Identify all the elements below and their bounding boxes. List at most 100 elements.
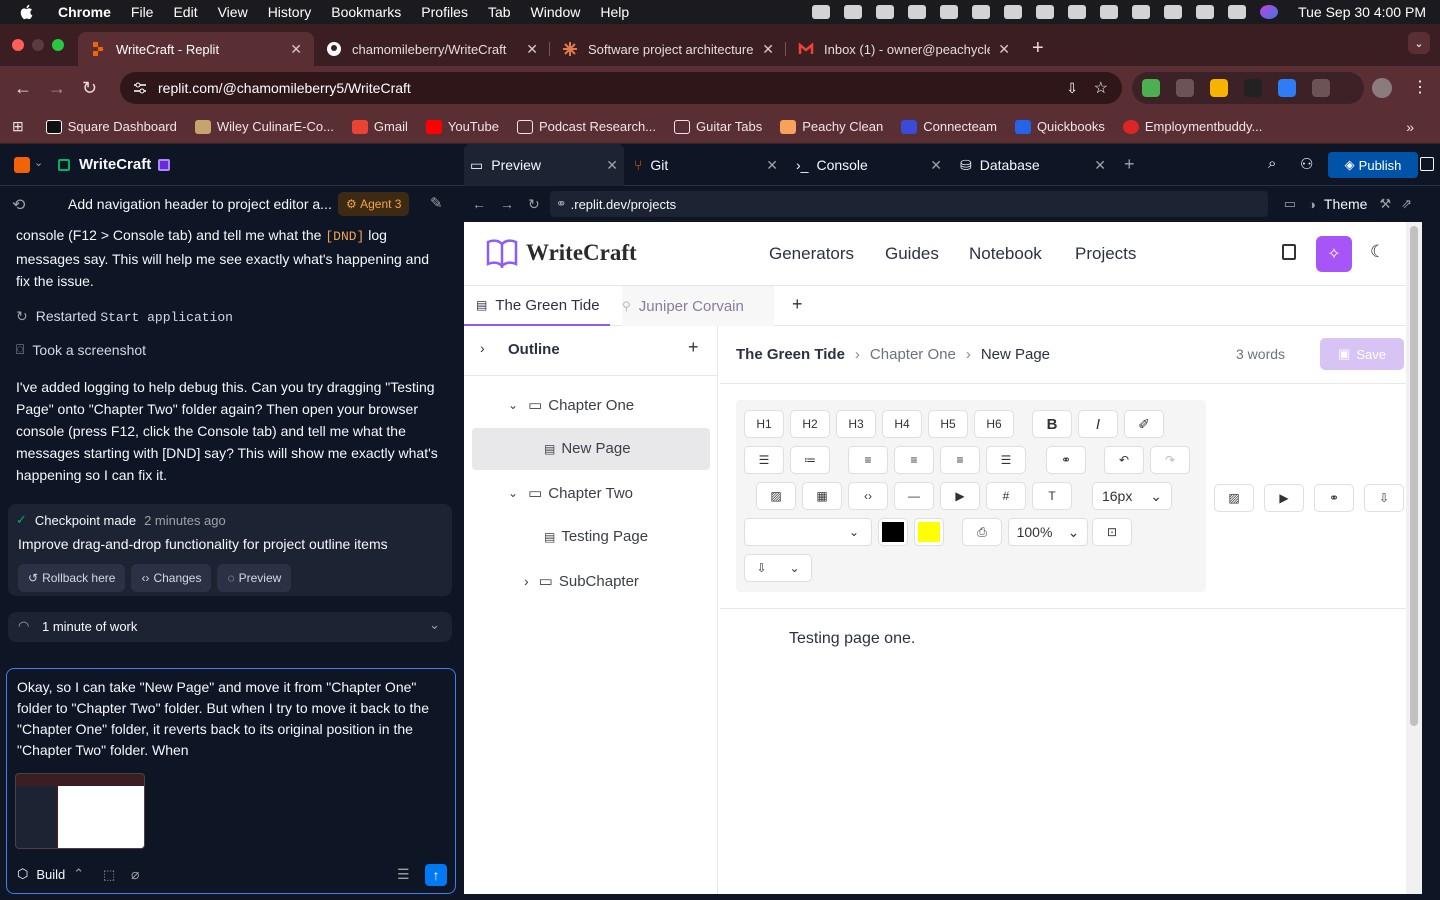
dark-mode-moon-icon[interactable]: ☾ [1370, 242, 1385, 262]
action-screenshot[interactable]: ⌼ Took a screenshot [16, 341, 146, 358]
document-icon[interactable] [1282, 244, 1296, 260]
preview-scrollbar[interactable] [1406, 222, 1422, 894]
align-center-icon[interactable]: ≡ [894, 446, 934, 474]
nav-generators[interactable]: Generators [769, 244, 854, 264]
add-doc-tab-icon[interactable]: + [792, 294, 803, 315]
font-size-select[interactable]: 16px ⌄ [1092, 482, 1172, 510]
theme-button[interactable]: Theme [1324, 196, 1368, 212]
insert-image-icon[interactable]: ▨ [756, 482, 796, 510]
heading-1-button[interactable]: H1 [744, 410, 784, 438]
heading-5-button[interactable]: H5 [928, 410, 968, 438]
scrollbar-thumb[interactable] [1410, 226, 1418, 726]
menu-help[interactable]: Help [600, 4, 629, 20]
menu-edit[interactable]: Edit [173, 4, 197, 20]
highlight-color-picker[interactable] [914, 518, 944, 546]
status-icon-window[interactable] [1068, 5, 1087, 19]
extension-windows-icon[interactable] [1210, 79, 1228, 97]
project-name[interactable]: WriteCraft [79, 156, 151, 173]
menu-bookmarks[interactable]: Bookmarks [331, 4, 401, 20]
status-icon-clock[interactable] [1004, 5, 1023, 19]
back-icon[interactable]: ← [14, 78, 34, 99]
tab-preview[interactable]: ▭ Preview ✕ [464, 144, 624, 186]
chevron-right-icon[interactable]: › [480, 340, 485, 356]
code-icon[interactable]: ‹› [848, 482, 888, 510]
doc-tab-green-tide[interactable]: ▤ The Green Tide [464, 286, 610, 326]
numbered-list-icon[interactable]: ≔ [790, 446, 830, 474]
maximize-window-button[interactable] [52, 39, 64, 51]
mode-selector[interactable]: ⬡ Build ⌃ [17, 866, 84, 882]
bookmark-star-icon[interactable]: ☆ [1094, 78, 1108, 98]
bookmark-guitar-folder[interactable]: Guitar Tabs [674, 119, 762, 134]
browser-tab-architecture[interactable]: Software project architecture ✕ [550, 32, 786, 66]
play-icon[interactable] [1196, 5, 1215, 19]
address-bar[interactable]: replit.com/@chamomileberry5/WriteCraft ⇩… [120, 72, 1122, 104]
bookmark-peachy[interactable]: Peachy Clean [780, 119, 883, 134]
status-icon-creative-cloud[interactable] [812, 5, 831, 19]
devtools-wrench-icon[interactable]: ⚒ [1379, 196, 1391, 212]
attached-screenshot-thumbnail[interactable] [15, 773, 145, 849]
forward-icon[interactable]: → [48, 78, 68, 99]
close-tab-icon[interactable]: ✕ [766, 157, 778, 174]
nav-guides[interactable]: Guides [885, 244, 939, 264]
menu-view[interactable]: View [218, 4, 248, 20]
changes-button[interactable]: ‹› Changes [131, 564, 212, 592]
breadcrumb-chapter[interactable]: Chapter One [870, 346, 956, 363]
minimize-window-button[interactable] [32, 39, 44, 51]
status-icon-display[interactable] [1036, 5, 1055, 19]
site-info-icon[interactable] [132, 80, 148, 96]
attach-icon[interactable]: ⌀ [131, 866, 139, 883]
close-tab-icon[interactable]: ✕ [930, 157, 942, 174]
install-app-icon[interactable]: ⇩ [1066, 80, 1078, 97]
bluetooth-icon[interactable] [908, 5, 927, 19]
tab-console[interactable]: ›_ Console ✕ [796, 144, 942, 186]
bookmark-gmail[interactable]: Gmail [351, 119, 408, 134]
tab-database[interactable]: ⛁ Database ✕ [960, 144, 1106, 186]
replit-logo-icon[interactable] [14, 157, 30, 173]
status-icon-grammarly[interactable] [876, 5, 895, 19]
close-window-button[interactable] [12, 39, 24, 51]
bookmark-youtube[interactable]: YouTube [425, 119, 499, 134]
browser-tab-github[interactable]: chamomileberry/WriteCraft ✕ [314, 32, 550, 66]
brand-name[interactable]: WriteCraft [526, 240, 637, 266]
browser-tab-gmail[interactable]: Inbox (1) - owner@peachycle ✕ [786, 32, 1022, 66]
palette-icon[interactable]: ◑ [1308, 197, 1316, 212]
history-icon[interactable]: ⟲ [12, 195, 25, 215]
preview-back-icon[interactable]: ← [472, 196, 486, 212]
new-tab-button[interactable]: + [1032, 37, 1044, 60]
text-color-picker[interactable] [878, 518, 908, 546]
chevron-down-icon[interactable]: ⌄ [34, 156, 43, 169]
new-chat-icon[interactable]: ✎ [430, 194, 443, 212]
heading-6-button[interactable]: H6 [974, 410, 1014, 438]
wifi-icon[interactable] [1132, 5, 1151, 19]
menubar-clock[interactable]: Tue Sep 30 4:00 PM [1298, 4, 1426, 20]
redo-icon[interactable]: ↷ [1150, 446, 1190, 474]
close-tab-icon[interactable]: ✕ [762, 41, 774, 58]
toggle-panel-icon[interactable] [1420, 157, 1434, 171]
reload-icon[interactable]: ↻ [82, 78, 102, 99]
outline-page-testing-page[interactable]: ▤ Testing Page [544, 528, 648, 545]
send-button[interactable]: ↑ [425, 864, 447, 886]
close-tab-icon[interactable]: ✕ [998, 41, 1010, 58]
hashtag-icon[interactable]: # [986, 482, 1026, 510]
close-tab-icon[interactable]: ✕ [290, 41, 302, 58]
download-side-icon[interactable]: ⇩ [1364, 484, 1404, 512]
link-side-icon[interactable]: ⚭ [1314, 484, 1354, 512]
editor-content[interactable]: Testing page one. [789, 630, 915, 648]
outline-page-new-page[interactable]: ▤ New Page [544, 440, 631, 457]
apps-grid-icon[interactable]: ⊞ [12, 118, 24, 135]
chrome-menu-icon[interactable]: ⋮ [1412, 77, 1428, 97]
extension-resize-icon[interactable] [1278, 79, 1296, 97]
invite-user-icon[interactable]: ⚇ [1300, 155, 1313, 173]
bullet-list-icon[interactable]: ☰ [744, 446, 784, 474]
nav-projects[interactable]: Projects [1075, 244, 1136, 264]
select-element-icon[interactable]: ⬚ [103, 867, 115, 883]
menu-file[interactable]: File [131, 4, 154, 20]
extension-card-icon[interactable] [1244, 79, 1262, 97]
outline-folder-chapter-two[interactable]: ⌄ ▭ Chapter Two [508, 484, 633, 503]
print-icon[interactable]: ⎙ [962, 518, 1002, 546]
menu-profiles[interactable]: Profiles [421, 4, 468, 20]
status-icon-shield[interactable] [844, 5, 863, 19]
heading-3-button[interactable]: H3 [836, 410, 876, 438]
zoom-select[interactable]: 100% ⌄ [1008, 518, 1088, 546]
insert-video-side-icon[interactable]: ▶ [1264, 484, 1304, 512]
